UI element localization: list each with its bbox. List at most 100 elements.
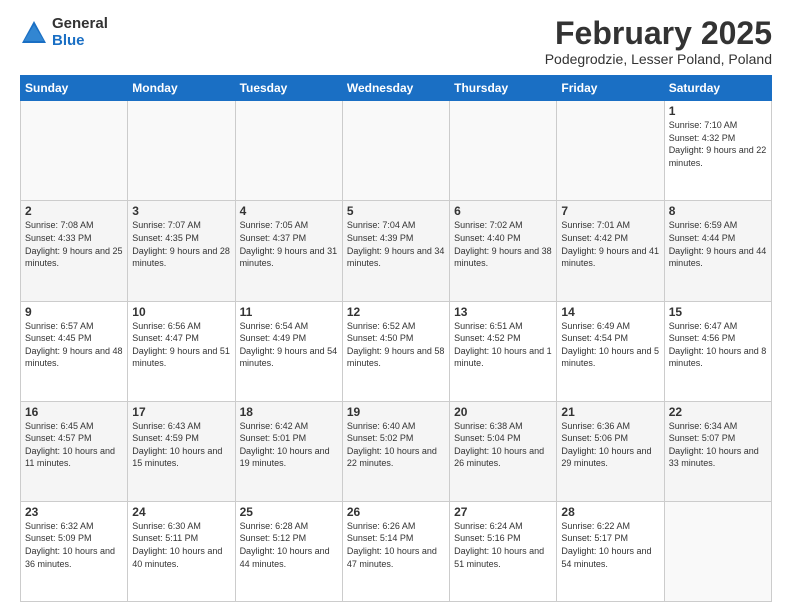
calendar-cell: 7Sunrise: 7:01 AM Sunset: 4:42 PM Daylig… (557, 201, 664, 301)
day-info: Sunrise: 7:07 AM Sunset: 4:35 PM Dayligh… (132, 219, 230, 269)
day-info: Sunrise: 6:57 AM Sunset: 4:45 PM Dayligh… (25, 320, 123, 370)
logo-general-text: General (52, 16, 108, 33)
calendar-cell: 1Sunrise: 7:10 AM Sunset: 4:32 PM Daylig… (664, 101, 771, 201)
day-number: 16 (25, 405, 123, 419)
day-info: Sunrise: 6:30 AM Sunset: 5:11 PM Dayligh… (132, 520, 230, 570)
day-number: 4 (240, 204, 338, 218)
calendar-week-row-4: 16Sunrise: 6:45 AM Sunset: 4:57 PM Dayli… (21, 401, 772, 501)
day-info: Sunrise: 6:49 AM Sunset: 4:54 PM Dayligh… (561, 320, 659, 370)
day-info: Sunrise: 6:32 AM Sunset: 5:09 PM Dayligh… (25, 520, 123, 570)
calendar-cell (342, 101, 449, 201)
day-number: 24 (132, 505, 230, 519)
calendar-cell: 8Sunrise: 6:59 AM Sunset: 4:44 PM Daylig… (664, 201, 771, 301)
calendar-cell: 13Sunrise: 6:51 AM Sunset: 4:52 PM Dayli… (450, 301, 557, 401)
calendar-table: Sunday Monday Tuesday Wednesday Thursday… (20, 75, 772, 602)
calendar-cell: 6Sunrise: 7:02 AM Sunset: 4:40 PM Daylig… (450, 201, 557, 301)
day-number: 25 (240, 505, 338, 519)
day-number: 8 (669, 204, 767, 218)
col-monday: Monday (128, 76, 235, 101)
day-number: 27 (454, 505, 552, 519)
col-wednesday: Wednesday (342, 76, 449, 101)
day-number: 13 (454, 305, 552, 319)
title-block: February 2025 Podegrodzie, Lesser Poland… (545, 16, 772, 67)
calendar-cell: 28Sunrise: 6:22 AM Sunset: 5:17 PM Dayli… (557, 501, 664, 601)
location-title: Podegrodzie, Lesser Poland, Poland (545, 51, 772, 67)
day-number: 11 (240, 305, 338, 319)
calendar-cell: 5Sunrise: 7:04 AM Sunset: 4:39 PM Daylig… (342, 201, 449, 301)
calendar-week-row-3: 9Sunrise: 6:57 AM Sunset: 4:45 PM Daylig… (21, 301, 772, 401)
col-friday: Friday (557, 76, 664, 101)
day-number: 18 (240, 405, 338, 419)
day-number: 6 (454, 204, 552, 218)
calendar-cell: 10Sunrise: 6:56 AM Sunset: 4:47 PM Dayli… (128, 301, 235, 401)
calendar-cell: 11Sunrise: 6:54 AM Sunset: 4:49 PM Dayli… (235, 301, 342, 401)
day-info: Sunrise: 6:24 AM Sunset: 5:16 PM Dayligh… (454, 520, 552, 570)
day-number: 23 (25, 505, 123, 519)
calendar-cell: 20Sunrise: 6:38 AM Sunset: 5:04 PM Dayli… (450, 401, 557, 501)
calendar-cell: 16Sunrise: 6:45 AM Sunset: 4:57 PM Dayli… (21, 401, 128, 501)
logo-blue-text: Blue (52, 33, 108, 50)
page: General Blue February 2025 Podegrodzie, … (0, 0, 792, 612)
day-info: Sunrise: 6:22 AM Sunset: 5:17 PM Dayligh… (561, 520, 659, 570)
day-info: Sunrise: 7:05 AM Sunset: 4:37 PM Dayligh… (240, 219, 338, 269)
day-info: Sunrise: 6:43 AM Sunset: 4:59 PM Dayligh… (132, 420, 230, 470)
day-info: Sunrise: 7:08 AM Sunset: 4:33 PM Dayligh… (25, 219, 123, 269)
calendar-cell: 2Sunrise: 7:08 AM Sunset: 4:33 PM Daylig… (21, 201, 128, 301)
calendar-cell: 24Sunrise: 6:30 AM Sunset: 5:11 PM Dayli… (128, 501, 235, 601)
logo-text: General Blue (52, 16, 108, 49)
col-tuesday: Tuesday (235, 76, 342, 101)
header: General Blue February 2025 Podegrodzie, … (20, 16, 772, 67)
day-info: Sunrise: 6:45 AM Sunset: 4:57 PM Dayligh… (25, 420, 123, 470)
calendar-cell (450, 101, 557, 201)
col-sunday: Sunday (21, 76, 128, 101)
day-number: 1 (669, 104, 767, 118)
day-info: Sunrise: 6:59 AM Sunset: 4:44 PM Dayligh… (669, 219, 767, 269)
calendar-cell: 21Sunrise: 6:36 AM Sunset: 5:06 PM Dayli… (557, 401, 664, 501)
calendar-cell (235, 101, 342, 201)
day-number: 22 (669, 405, 767, 419)
calendar-cell: 26Sunrise: 6:26 AM Sunset: 5:14 PM Dayli… (342, 501, 449, 601)
day-number: 15 (669, 305, 767, 319)
calendar-cell (128, 101, 235, 201)
col-thursday: Thursday (450, 76, 557, 101)
day-info: Sunrise: 7:10 AM Sunset: 4:32 PM Dayligh… (669, 119, 767, 169)
day-info: Sunrise: 6:56 AM Sunset: 4:47 PM Dayligh… (132, 320, 230, 370)
day-number: 14 (561, 305, 659, 319)
calendar-cell (21, 101, 128, 201)
day-info: Sunrise: 6:34 AM Sunset: 5:07 PM Dayligh… (669, 420, 767, 470)
calendar-cell: 15Sunrise: 6:47 AM Sunset: 4:56 PM Dayli… (664, 301, 771, 401)
calendar-cell: 12Sunrise: 6:52 AM Sunset: 4:50 PM Dayli… (342, 301, 449, 401)
day-number: 20 (454, 405, 552, 419)
calendar-cell: 27Sunrise: 6:24 AM Sunset: 5:16 PM Dayli… (450, 501, 557, 601)
day-info: Sunrise: 6:52 AM Sunset: 4:50 PM Dayligh… (347, 320, 445, 370)
day-info: Sunrise: 6:36 AM Sunset: 5:06 PM Dayligh… (561, 420, 659, 470)
day-number: 28 (561, 505, 659, 519)
calendar-week-row-5: 23Sunrise: 6:32 AM Sunset: 5:09 PM Dayli… (21, 501, 772, 601)
day-info: Sunrise: 6:40 AM Sunset: 5:02 PM Dayligh… (347, 420, 445, 470)
calendar-cell: 18Sunrise: 6:42 AM Sunset: 5:01 PM Dayli… (235, 401, 342, 501)
calendar-week-row-1: 1Sunrise: 7:10 AM Sunset: 4:32 PM Daylig… (21, 101, 772, 201)
calendar-cell (557, 101, 664, 201)
day-number: 2 (25, 204, 123, 218)
day-info: Sunrise: 7:01 AM Sunset: 4:42 PM Dayligh… (561, 219, 659, 269)
day-info: Sunrise: 6:28 AM Sunset: 5:12 PM Dayligh… (240, 520, 338, 570)
calendar-cell: 17Sunrise: 6:43 AM Sunset: 4:59 PM Dayli… (128, 401, 235, 501)
month-title: February 2025 (545, 16, 772, 51)
calendar-cell: 22Sunrise: 6:34 AM Sunset: 5:07 PM Dayli… (664, 401, 771, 501)
day-info: Sunrise: 7:04 AM Sunset: 4:39 PM Dayligh… (347, 219, 445, 269)
day-info: Sunrise: 6:26 AM Sunset: 5:14 PM Dayligh… (347, 520, 445, 570)
col-saturday: Saturday (664, 76, 771, 101)
calendar-week-row-2: 2Sunrise: 7:08 AM Sunset: 4:33 PM Daylig… (21, 201, 772, 301)
day-info: Sunrise: 6:38 AM Sunset: 5:04 PM Dayligh… (454, 420, 552, 470)
calendar-cell: 9Sunrise: 6:57 AM Sunset: 4:45 PM Daylig… (21, 301, 128, 401)
day-number: 7 (561, 204, 659, 218)
logo: General Blue (20, 16, 108, 49)
day-number: 3 (132, 204, 230, 218)
day-number: 19 (347, 405, 445, 419)
logo-icon (20, 19, 48, 47)
day-number: 17 (132, 405, 230, 419)
calendar-cell: 23Sunrise: 6:32 AM Sunset: 5:09 PM Dayli… (21, 501, 128, 601)
day-info: Sunrise: 6:47 AM Sunset: 4:56 PM Dayligh… (669, 320, 767, 370)
calendar-cell: 14Sunrise: 6:49 AM Sunset: 4:54 PM Dayli… (557, 301, 664, 401)
calendar-cell: 19Sunrise: 6:40 AM Sunset: 5:02 PM Dayli… (342, 401, 449, 501)
